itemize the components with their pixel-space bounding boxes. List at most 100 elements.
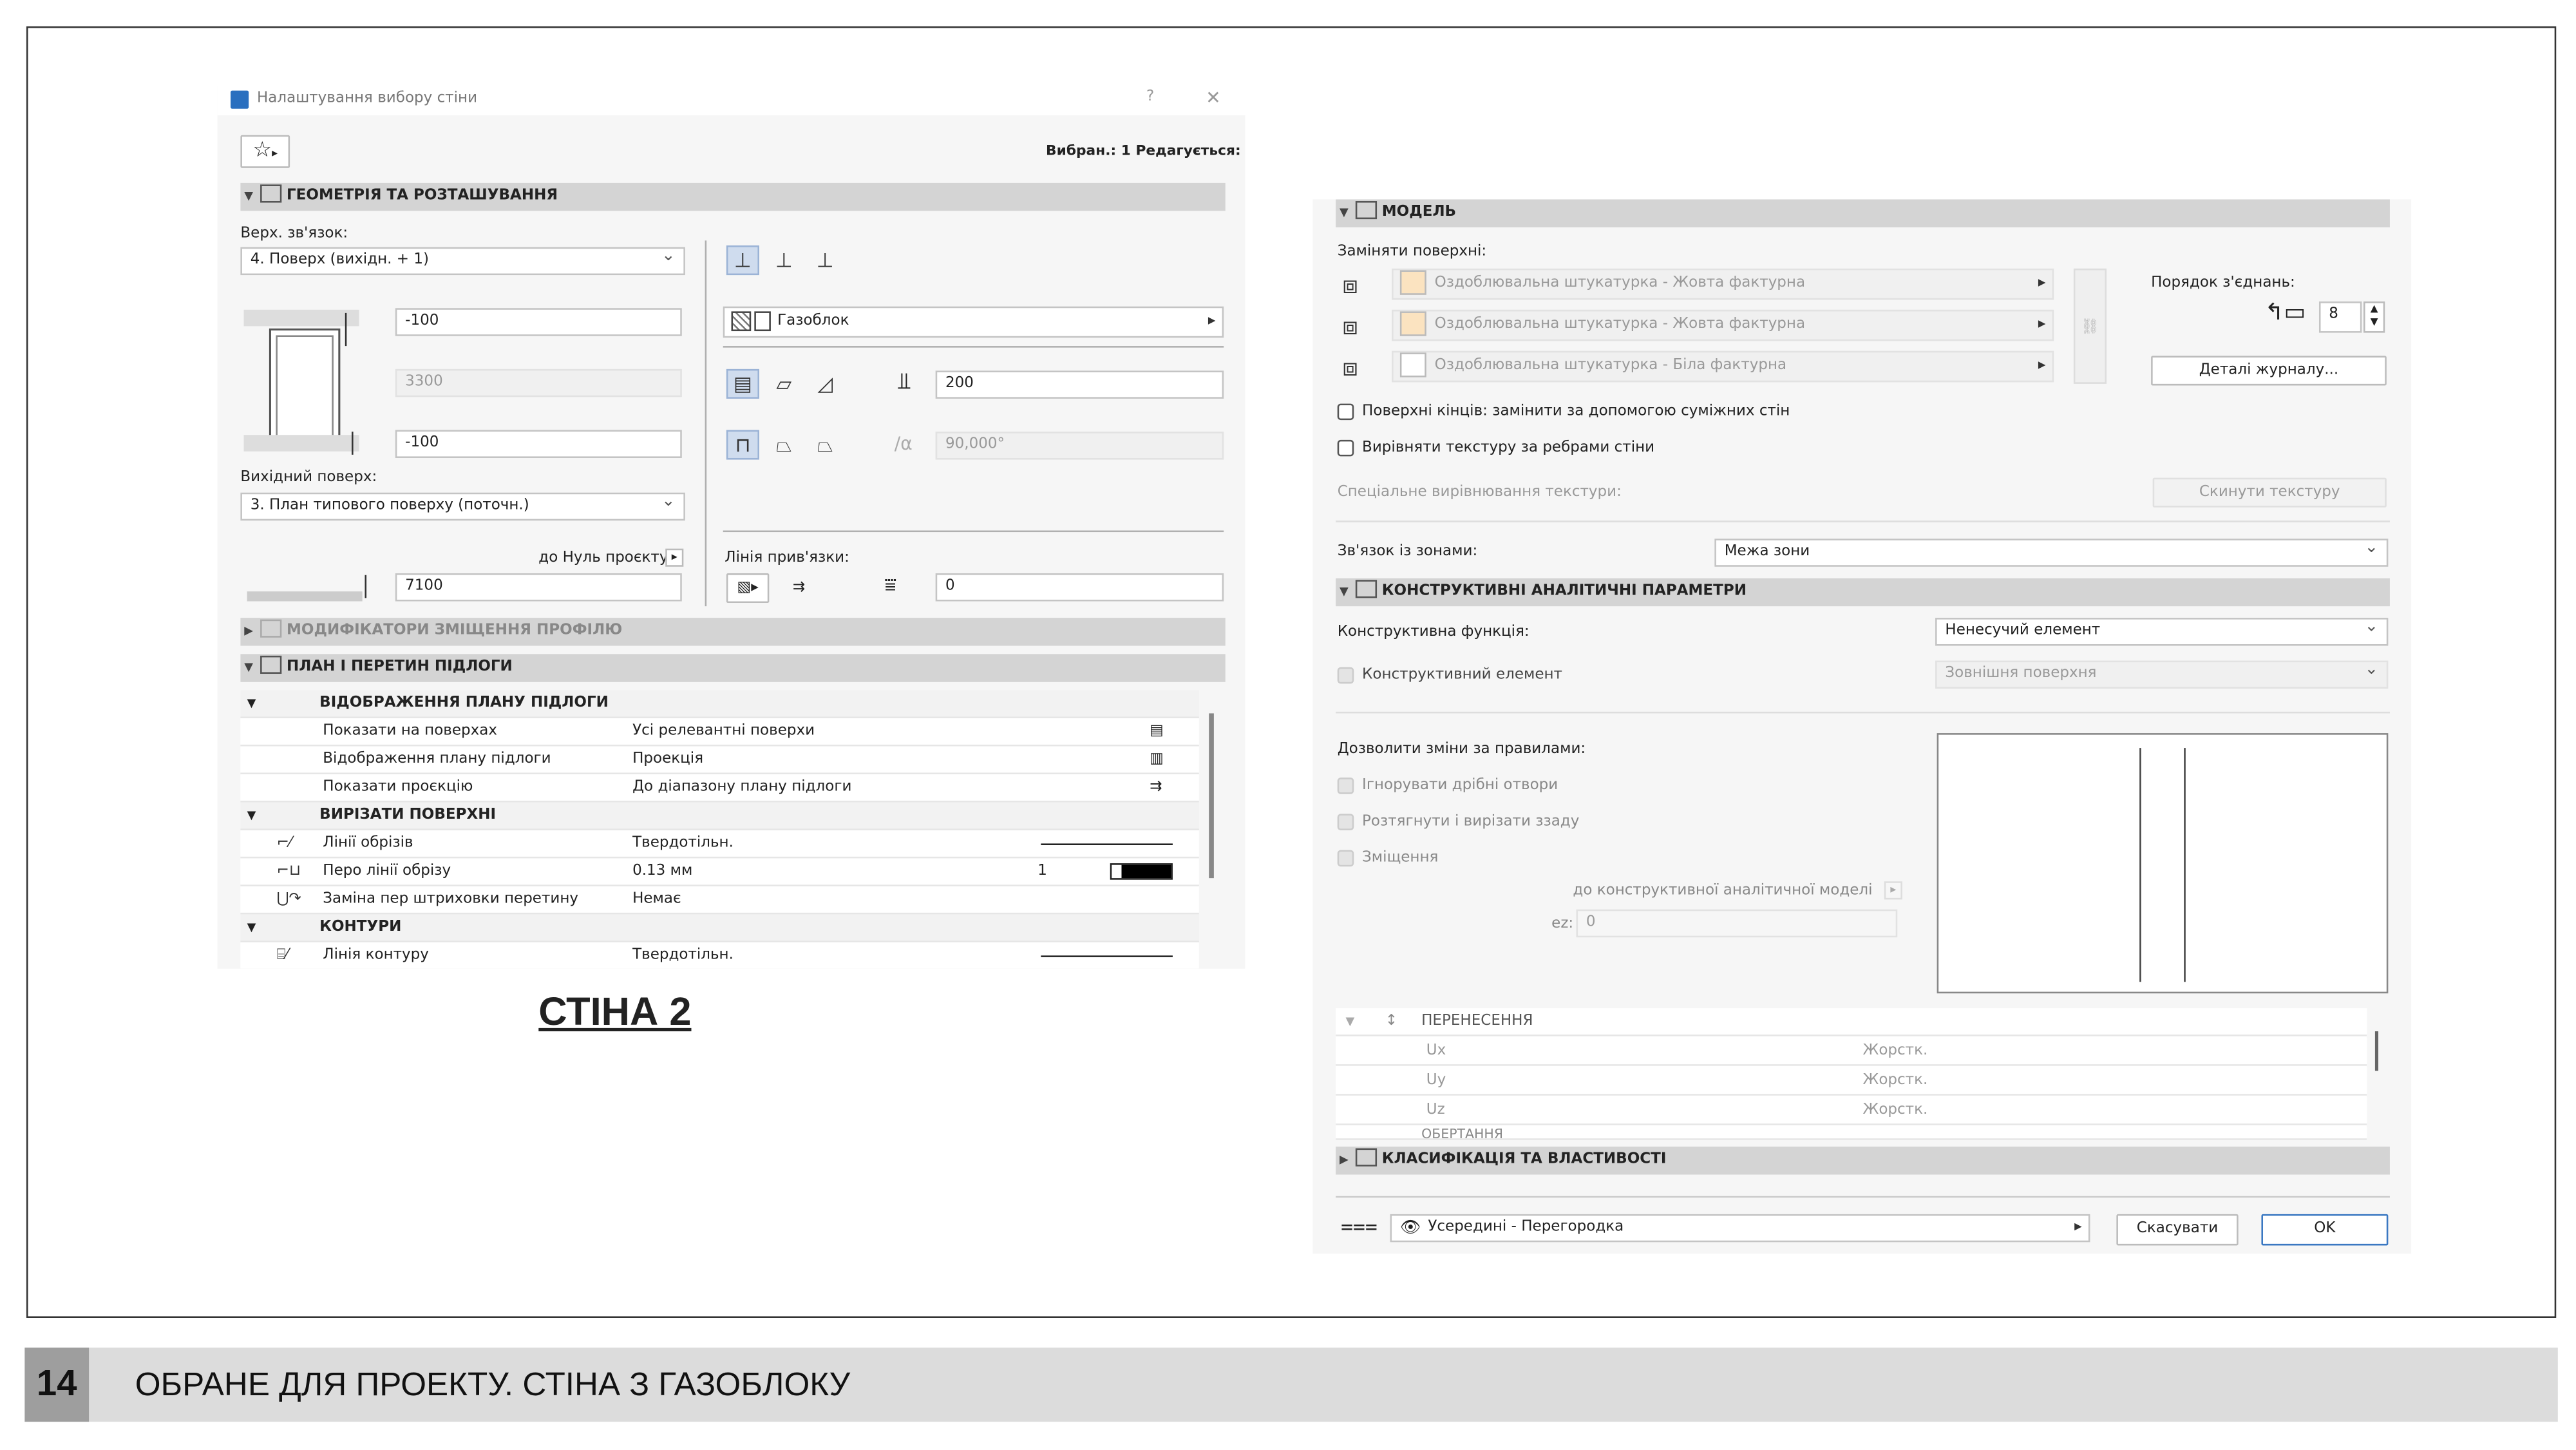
- ref-offset-field[interactable]: 0: [935, 573, 1224, 602]
- row-value[interactable]: Немає: [632, 886, 681, 913]
- bottom-offset-field[interactable]: -100: [395, 430, 682, 458]
- row-icon: ⌐⊔: [276, 863, 301, 880]
- base-elevation-field[interactable]: 7100: [395, 573, 682, 602]
- cancel-button[interactable]: Скасувати: [2116, 1214, 2239, 1246]
- wall-straight-icon[interactable]: ⊥: [726, 245, 760, 276]
- transfer-header[interactable]: ▼ ↕ ПЕРЕНЕСЕННЯ: [1336, 1008, 2367, 1036]
- cube-front-icon: ⧈: [1342, 270, 1358, 300]
- chevron-right-icon[interactable]: ▸: [1884, 881, 1902, 900]
- structural-function-select[interactable]: Ненесучий елемент: [1935, 618, 2389, 646]
- ref-line-flip-button[interactable]: ⇉: [779, 573, 819, 603]
- axis-value[interactable]: Жорстк.: [1863, 1038, 1928, 1064]
- scrollbar-thumb[interactable]: [1209, 713, 1214, 879]
- divider: [723, 346, 1224, 348]
- ref-line-location-button[interactable]: ▧▸: [726, 573, 770, 604]
- wall-height-field[interactable]: 3300: [395, 368, 682, 397]
- wall-preview-shape: [2139, 748, 2186, 982]
- surface-material-select[interactable]: Оздоблювальна штукатурка - Жовта фактурн…: [1392, 309, 2054, 341]
- connection-order-field[interactable]: 8: [2318, 301, 2362, 333]
- axis-value[interactable]: Жорстк.: [1863, 1067, 1928, 1094]
- axis-value[interactable]: Жорстк.: [1863, 1097, 1928, 1123]
- table-row[interactable]: ⌐⁄ Лінії обрізів Твердотільн.: [240, 830, 1199, 859]
- row-value[interactable]: Проекція: [632, 747, 703, 773]
- row-value[interactable]: Усі релевантні поверхи: [632, 718, 815, 745]
- top-link-label: Верх. зв'язок:: [240, 225, 348, 242]
- log-details-button[interactable]: Деталі журналу...: [2151, 356, 2387, 386]
- material-select[interactable]: Газоблок: [723, 306, 1224, 338]
- wall-trapezoid-icon[interactable]: ⊥: [768, 245, 800, 275]
- surface-material-select[interactable]: Оздоблювальна штукатурка - Жовта фактурн…: [1392, 268, 2054, 300]
- row-value[interactable]: Твердотільн.: [632, 830, 734, 857]
- stepper-icon[interactable]: ▲ ▼: [2363, 301, 2385, 333]
- row-option-icon[interactable]: ▥: [1150, 747, 1164, 773]
- row-option-icon[interactable]: ⇉: [1150, 774, 1162, 801]
- transfer-row[interactable]: Uy Жорстк.: [1336, 1067, 2367, 1096]
- zones-label: Зв'язок із зонами:: [1337, 543, 1478, 560]
- fill-swatch-icon: [754, 311, 771, 332]
- wall-polygon-icon[interactable]: ⊥: [809, 245, 842, 275]
- row-value[interactable]: Твердотільн.: [632, 942, 734, 969]
- section-geometry[interactable]: ▼ ГЕОМЕТРІЯ ТА РОЗТАШУВАННЯ: [240, 182, 1226, 211]
- table-row[interactable]: Показати проєкцію До діапазону плану підл…: [240, 774, 1199, 803]
- collapse-arrow-icon: ▼: [1340, 205, 1349, 220]
- slant-angle-field[interactable]: 90,000°: [935, 432, 1224, 460]
- section-offset-modifiers[interactable]: ▶ МОДИФІКАТОРИ ЗМІЩЕННЯ ПРОФІЛЮ: [240, 618, 1226, 646]
- favorites-button[interactable]: ☆▸: [240, 135, 290, 168]
- profile-slanted-icon[interactable]: ⏢: [768, 430, 800, 460]
- collapse-arrow-icon: ▼: [247, 921, 256, 935]
- row-value[interactable]: До діапазону плану підлоги: [632, 774, 851, 801]
- table-row[interactable]: Показати на поверхах Усі релевантні повер…: [240, 718, 1199, 747]
- transfer-row[interactable]: Uz Жорстк.: [1336, 1097, 2367, 1125]
- row-value[interactable]: 0.13 мм: [632, 858, 692, 884]
- pen-color-swatch[interactable]: [1110, 863, 1173, 880]
- zones-select[interactable]: Межа зони: [1714, 539, 2389, 567]
- top-offset-field[interactable]: -100: [395, 308, 682, 336]
- align-texture-checkbox[interactable]: [1337, 439, 1354, 457]
- to-analytical-label: до конструктивної аналітичної моделі: [1573, 882, 1873, 900]
- chevron-right-icon[interactable]: ▸: [665, 548, 684, 567]
- structural-element-checkbox[interactable]: [1337, 667, 1354, 684]
- help-icon[interactable]: ?: [1146, 89, 1154, 106]
- row-option-icon[interactable]: ▤: [1150, 718, 1164, 745]
- stretch-cut-checkbox[interactable]: [1337, 814, 1354, 830]
- rotation-header[interactable]: ОБЕРТАННЯ: [1336, 1127, 2367, 1140]
- table-group-header[interactable]: ▼ ВИРІЗАТИ ПОВЕРХНІ: [240, 802, 1199, 830]
- chain-link-icon[interactable]: ⛓: [2073, 268, 2107, 384]
- table-row[interactable]: Відображення плану підлоги Проекція ▥: [240, 746, 1199, 775]
- surface-material-select[interactable]: Оздоблювальна штукатурка - Біла фактурна: [1392, 350, 2054, 383]
- ez-label: ez:: [1551, 915, 1574, 933]
- structural-surface-select[interactable]: Зовнішня поверхня: [1935, 660, 2389, 689]
- home-story-select[interactable]: 3. План типового поверху (поточн.): [240, 492, 685, 521]
- transfer-row[interactable]: Ux Жорстк.: [1336, 1038, 2367, 1066]
- profile-trapezoid-icon[interactable]: ⏢: [809, 430, 842, 460]
- thickness-field[interactable]: 200: [935, 370, 1224, 399]
- scrollbar-thumb[interactable]: [2374, 1031, 2379, 1071]
- wall-straight-section-icon[interactable]: ▤: [726, 368, 760, 399]
- wall-double-slanted-icon[interactable]: ◿: [809, 369, 842, 399]
- top-link-select[interactable]: 4. Поверх (вихідн. + 1): [240, 247, 685, 276]
- ignore-holes-label: Ігнорувати дрібні отвори: [1362, 777, 1558, 794]
- structural-element-label: Конструктивний елемент: [1362, 667, 1562, 684]
- table-group-header[interactable]: ▼ КОНТУРИ: [240, 914, 1199, 942]
- ok-button[interactable]: OK: [2261, 1214, 2389, 1246]
- footer-title: ОБРАНЕ ДЛЯ ПРОЕКТУ. СТІНА З ГАЗОБЛОКУ: [135, 1367, 851, 1404]
- layer-select[interactable]: 👁 Усередині - Перегородка: [1390, 1214, 2090, 1243]
- table-row[interactable]: ⌐⊔ Перо лінії обрізу 0.13 мм 1: [240, 858, 1199, 886]
- section-structural[interactable]: ▼ КОНСТРУКТИВНІ АНАЛІТИЧНІ ПАРАМЕТРИ: [1336, 578, 2390, 607]
- reset-texture-button[interactable]: Скинути текстуру: [2152, 477, 2387, 508]
- end-surfaces-checkbox[interactable]: [1337, 403, 1354, 421]
- section-model[interactable]: ▼ МОДЕЛЬ: [1336, 199, 2390, 227]
- close-icon[interactable]: ✕: [1206, 88, 1221, 109]
- section-floor-plan[interactable]: ▼ ПЛАН І ПЕРЕТИН ПІДЛОГИ: [240, 654, 1226, 682]
- ignore-holes-checkbox[interactable]: [1337, 777, 1354, 794]
- table-group-header[interactable]: ▼ ВІДОБРАЖЕННЯ ПЛАНУ ПІДЛОГИ: [240, 690, 1199, 719]
- wall-slanted-icon[interactable]: ▱: [768, 369, 800, 399]
- profile-straight-icon[interactable]: ⊓: [726, 430, 760, 460]
- ez-field[interactable]: 0: [1576, 909, 1898, 938]
- table-row[interactable]: ⌸⁄ Лінія контуру Твердотільн.: [240, 942, 1199, 969]
- offset-checkbox[interactable]: [1337, 850, 1354, 867]
- wall-elevation-diagram-icon: [243, 309, 359, 455]
- table-row[interactable]: ⋃↷ Заміна пер штриховки перетину Немає: [240, 886, 1199, 915]
- section-classification[interactable]: ▶ КЛАСИФІКАЦІЯ ТА ВЛАСТИВОСТІ: [1336, 1147, 2390, 1175]
- row-label: Заміна пер штриховки перетину: [323, 891, 579, 908]
